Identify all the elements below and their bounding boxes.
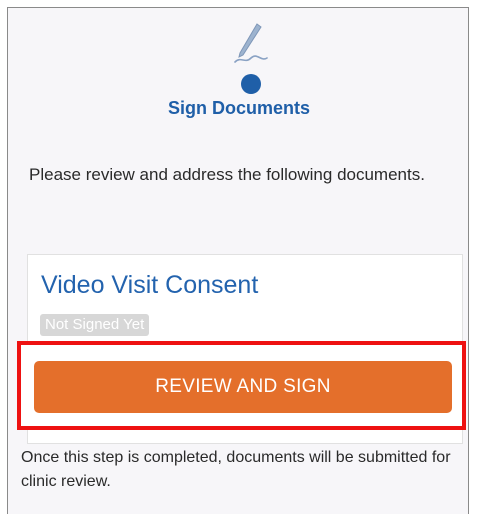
- instruction-text: Please review and address the following …: [29, 165, 425, 184]
- signature-pen-icon: [234, 23, 268, 94]
- document-title[interactable]: Video Visit Consent: [41, 271, 258, 300]
- footer-note: Once this step is completed, documents w…: [21, 449, 451, 490]
- sign-documents-panel: Sign Documents Please review and address…: [7, 7, 469, 514]
- review-and-sign-button[interactable]: REVIEW AND SIGN: [34, 361, 452, 413]
- status-badge: Not Signed Yet: [40, 314, 150, 336]
- page-title: Sign Documents: [167, 98, 310, 118]
